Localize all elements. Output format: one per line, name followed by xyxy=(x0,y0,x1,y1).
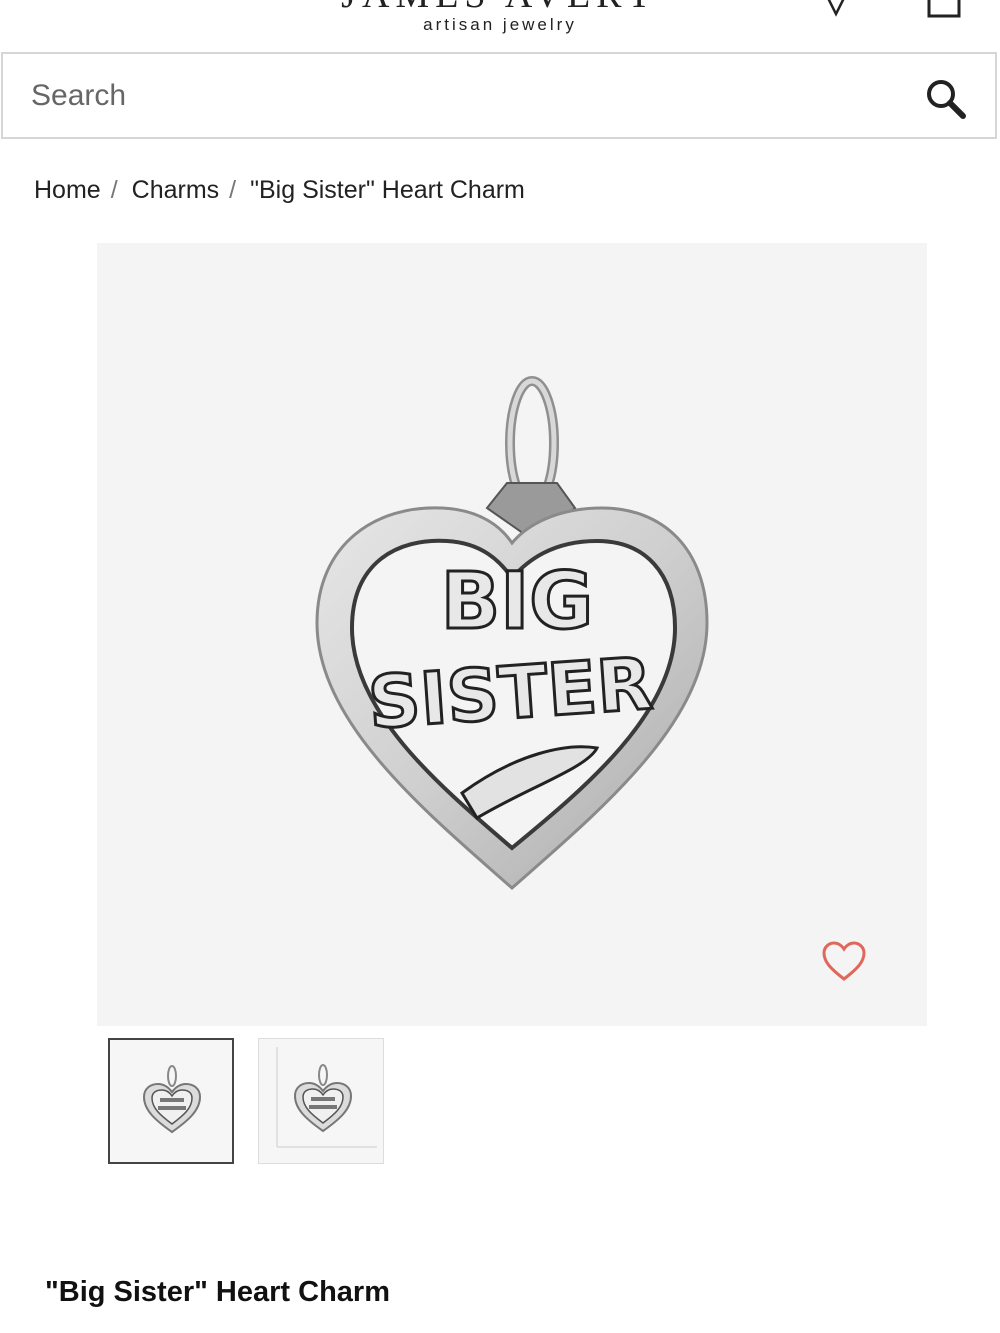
breadcrumb-separator: / xyxy=(110,176,118,204)
site-header: JAMES AVERY artisan jewelry xyxy=(0,0,1000,50)
charm-scale-thumbnail-icon xyxy=(276,1047,377,1148)
search-bar xyxy=(1,52,997,139)
location-pin-icon[interactable] xyxy=(820,0,852,18)
brand-tagline: artisan jewelry xyxy=(423,15,577,34)
breadcrumb-home[interactable]: Home xyxy=(34,176,101,204)
shopping-bag-icon[interactable] xyxy=(926,0,962,20)
search-input[interactable] xyxy=(31,68,891,124)
charm-text-big: BIG xyxy=(441,557,594,647)
charm-thumbnail-icon xyxy=(142,1065,202,1134)
breadcrumb: Home / Charms / "Big Sister" Heart Charm xyxy=(34,176,525,205)
breadcrumb-charms[interactable]: Charms xyxy=(132,176,220,204)
search-icon[interactable] xyxy=(925,78,967,120)
breadcrumb-separator: / xyxy=(229,176,237,204)
thumbnail-scale[interactable] xyxy=(258,1038,384,1164)
charm-illustration: BIG SISTER xyxy=(315,376,709,891)
wishlist-heart-icon[interactable] xyxy=(821,941,867,983)
product-title: "Big Sister" Heart Charm xyxy=(45,1276,390,1308)
product-main-image[interactable]: BIG SISTER xyxy=(97,243,927,1026)
thumbnail-front[interactable] xyxy=(108,1038,234,1164)
breadcrumb-current: "Big Sister" Heart Charm xyxy=(250,176,525,204)
